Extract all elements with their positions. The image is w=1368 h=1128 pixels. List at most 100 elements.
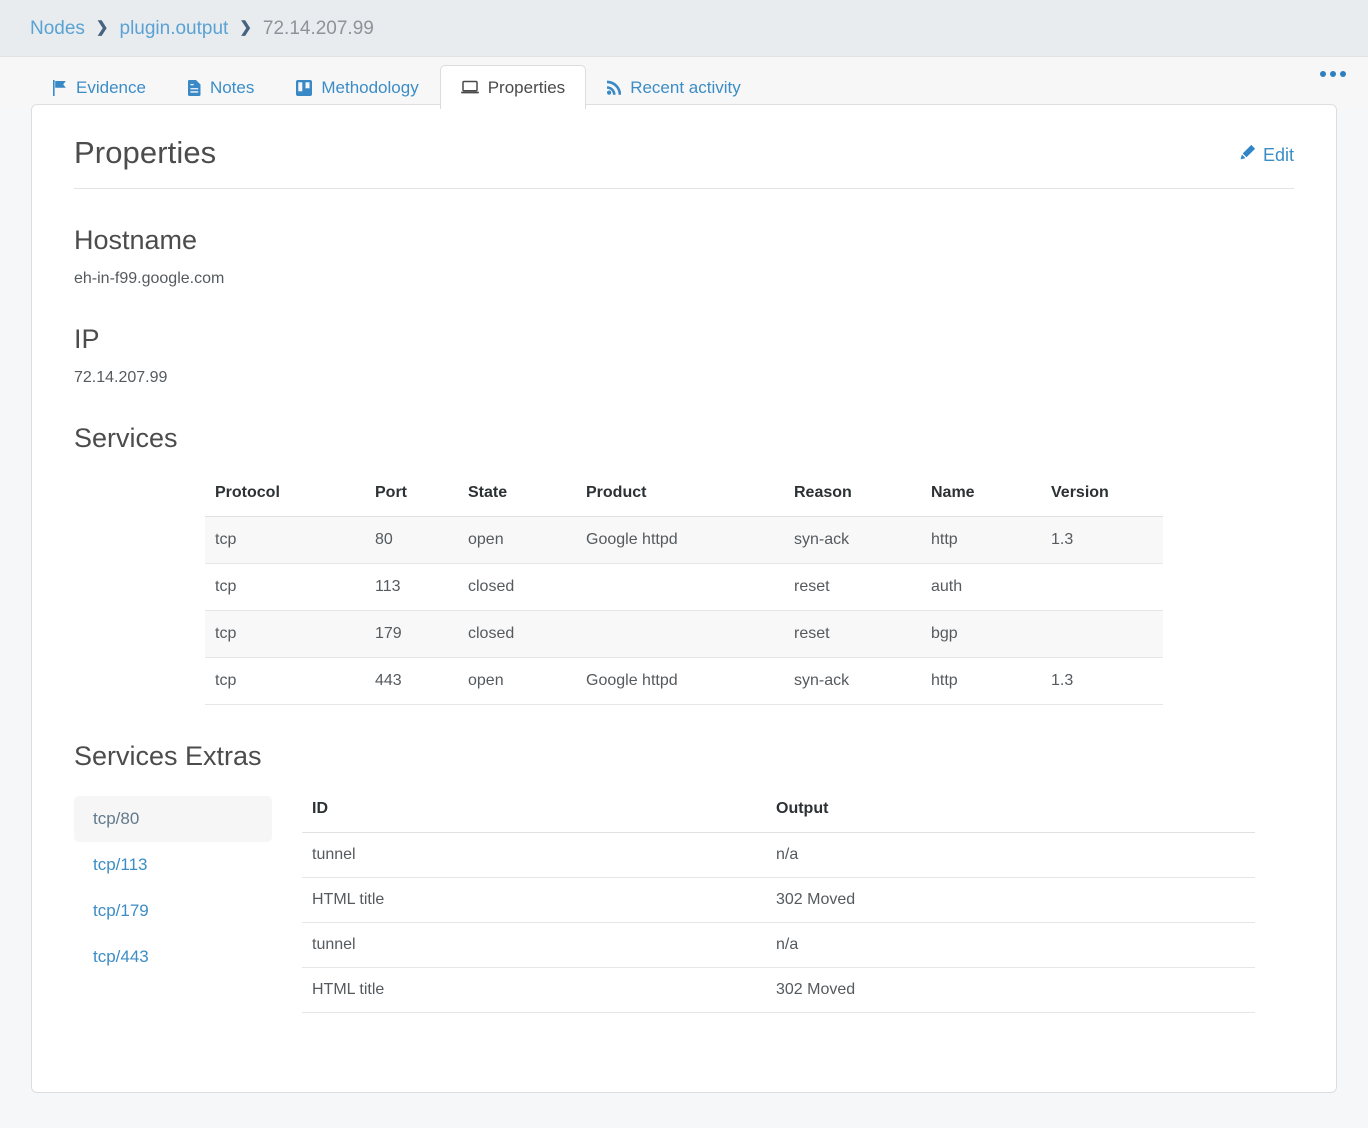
cell-reason: reset (784, 563, 921, 611)
extras-nav-item-tcp-113[interactable]: tcp/113 (74, 842, 272, 888)
cell-port: 80 (365, 516, 458, 564)
cell-version (1041, 563, 1163, 611)
dot (1320, 71, 1326, 77)
services-extras-nav: tcp/80 tcp/113 tcp/179 tcp/443 (74, 796, 302, 1013)
extras-nav-item-tcp-443[interactable]: tcp/443 (74, 934, 272, 980)
file-text-icon (187, 79, 201, 96)
column-header-reason: Reason (784, 476, 921, 517)
page-header: Properties Edit (74, 135, 1294, 189)
services-heading: Services (74, 423, 178, 453)
breadcrumb-separator-icon: ❯ (239, 18, 252, 36)
columns-icon (296, 79, 313, 96)
tab-label: Properties (487, 77, 566, 97)
dot (1340, 71, 1346, 77)
page-title: Properties (74, 135, 217, 170)
hostname-value: eh-in-f99.google.com (74, 270, 225, 287)
dot (1330, 71, 1336, 77)
cell-product: Google httpd (576, 516, 784, 564)
breadcrumb-item-current: 72.14.207.99 (262, 17, 374, 39)
cell-reason: syn-ack (784, 657, 921, 705)
column-header-version: Version (1041, 476, 1163, 517)
cell-state: closed (458, 563, 576, 611)
breadcrumb: Nodes ❯ plugin.output ❯ 72.14.207.99 (0, 0, 1368, 57)
hostname-heading: Hostname (74, 225, 198, 255)
table-header-row: Protocol Port State Product Reason Name … (205, 476, 1163, 517)
cell-output: 302 Moved (766, 967, 1255, 1013)
breadcrumb-item-nodes[interactable]: Nodes (30, 19, 85, 38)
cell-name: auth (921, 563, 1041, 611)
cell-id: HTML title (302, 877, 766, 923)
cell-protocol: tcp (205, 563, 365, 611)
cell-protocol: tcp (205, 516, 365, 564)
edit-label: Edit (1262, 144, 1294, 165)
cell-output: 302 Moved (766, 877, 1255, 923)
cell-output: n/a (766, 832, 1255, 878)
cell-state: closed (458, 610, 576, 658)
services-extras-table-wrapper: ID Output tunnel n/a HTML title 302 Move… (302, 796, 1294, 1013)
table-row: tcp 179 closed reset bgp (205, 610, 1163, 658)
rss-icon (607, 80, 622, 95)
cell-product (576, 563, 784, 611)
column-header-port: Port (365, 476, 458, 517)
column-header-id: ID (302, 796, 766, 833)
extras-nav-item-tcp-179[interactable]: tcp/179 (74, 888, 272, 934)
services-extras: tcp/80 tcp/113 tcp/179 tcp/443 ID Output (74, 796, 1294, 1013)
services-table: Protocol Port State Product Reason Name … (205, 476, 1163, 705)
edit-button[interactable]: Edit (1239, 135, 1294, 166)
laptop-icon (460, 80, 479, 95)
table-row: tcp 113 closed reset auth (205, 563, 1163, 611)
cell-version: 1.3 (1041, 657, 1163, 705)
cell-reason: reset (784, 610, 921, 658)
properties-card: Properties Edit Hostname eh-in-f99.googl… (31, 104, 1337, 1093)
more-options-icon[interactable] (1320, 71, 1346, 77)
extras-nav-item-tcp-80[interactable]: tcp/80 (74, 796, 272, 842)
cell-product: Google httpd (576, 657, 784, 705)
tab-notes[interactable]: Notes (167, 65, 275, 109)
table-row: HTML title 302 Moved (302, 967, 1255, 1013)
cell-port: 113 (365, 563, 458, 611)
column-header-product: Product (576, 476, 784, 517)
tab-methodology[interactable]: Methodology (275, 65, 439, 109)
tab-label: Methodology (321, 77, 419, 97)
table-row: tunnel n/a (302, 832, 1255, 878)
cell-version (1041, 610, 1163, 658)
cell-reason: syn-ack (784, 516, 921, 564)
tab-evidence[interactable]: Evidence (31, 65, 167, 109)
breadcrumb-separator-icon: ❯ (95, 18, 109, 36)
table-header-row: ID Output (302, 796, 1255, 833)
cell-protocol: tcp (205, 657, 365, 705)
tab-bar: Evidence Notes Methodology Properties Re… (0, 57, 1368, 109)
cell-id: HTML title (302, 967, 766, 1013)
column-header-output: Output (766, 796, 1255, 833)
cell-protocol: tcp (205, 610, 365, 658)
tab-label: Notes (209, 77, 255, 97)
table-row: tunnel n/a (302, 922, 1255, 968)
breadcrumb-item-plugin-output[interactable]: plugin.output (120, 19, 229, 38)
table-row: tcp 443 open Google httpd syn-ack http 1… (205, 657, 1163, 705)
cell-product (576, 610, 784, 658)
cell-name: http (921, 657, 1041, 705)
cell-version: 1.3 (1041, 516, 1163, 564)
cell-port: 179 (365, 610, 458, 658)
ip-heading: IP (74, 324, 100, 354)
services-extras-heading: Services Extras (74, 741, 262, 771)
cell-port: 443 (365, 657, 458, 705)
cell-state: open (458, 657, 576, 705)
cell-name: http (921, 516, 1041, 564)
table-row: tcp 80 open Google httpd syn-ack http 1.… (205, 516, 1163, 564)
pencil-icon (1239, 144, 1256, 166)
ip-value: 72.14.207.99 (74, 369, 168, 386)
flag-icon (52, 79, 67, 96)
tab-recent-activity[interactable]: Recent activity (586, 65, 762, 109)
column-header-protocol: Protocol (205, 476, 365, 517)
cell-output: n/a (766, 922, 1255, 968)
column-header-state: State (458, 476, 576, 517)
tab-label: Evidence (76, 77, 146, 97)
tab-properties[interactable]: Properties (439, 65, 587, 109)
services-table-wrapper: Protocol Port State Product Reason Name … (74, 476, 1294, 705)
cell-state: open (458, 516, 576, 564)
services-extras-table: ID Output tunnel n/a HTML title 302 Move… (302, 796, 1255, 1013)
cell-id: tunnel (302, 832, 766, 878)
tab-label: Recent activity (630, 77, 741, 97)
table-row: HTML title 302 Moved (302, 877, 1255, 923)
